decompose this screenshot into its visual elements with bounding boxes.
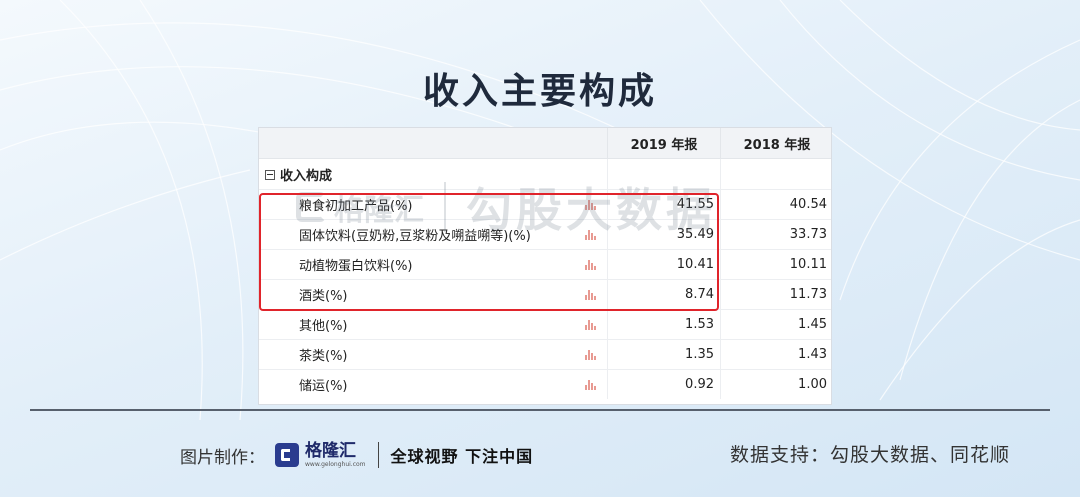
table-row: 储运(%) 0.92 1.00 (259, 369, 831, 399)
brand-url: www.gelonghui.com (305, 460, 366, 468)
header-2018: 2018 年报 (720, 128, 831, 159)
table-row: 茶类(%) 1.35 1.43 (259, 339, 831, 370)
collapse-icon[interactable] (265, 170, 275, 180)
made-by-label: 图片制作： (180, 447, 265, 468)
row-label: 其他(%) (299, 319, 348, 334)
page-title: 收入主要构成 (422, 71, 657, 112)
value-2018: 10.11 (720, 249, 831, 280)
header-2019: 2019 年报 (607, 128, 721, 159)
value-2018: 1.00 (720, 369, 831, 399)
bar-chart-icon[interactable] (585, 320, 597, 330)
value-2019: 1.53 (607, 309, 721, 340)
value-2018: 33.73 (720, 219, 831, 250)
section-label: 收入构成 (280, 168, 333, 184)
value-2018: 1.43 (720, 339, 831, 370)
value-2019: 1.35 (607, 339, 721, 370)
value-2018: 1.45 (720, 309, 831, 340)
divider (30, 409, 1050, 411)
slogan: 全球视野 下注中国 (390, 447, 534, 466)
bar-chart-icon[interactable] (585, 380, 597, 390)
brand-name: 格隆汇 (305, 440, 356, 461)
header-label (259, 128, 608, 159)
brand-logo: 格隆汇 www.gelonghui.com (275, 440, 366, 468)
highlight-box (259, 193, 719, 311)
table-header: 2019 年报 2018 年报 (259, 128, 831, 159)
bar-chart-icon[interactable] (585, 350, 597, 360)
brand-g-icon (275, 443, 299, 467)
table-row: 其他(%) 1.53 1.45 (259, 309, 831, 340)
row-label: 茶类(%) (299, 349, 348, 364)
section-row[interactable]: 收入构成 (259, 158, 831, 190)
data-source: 数据支持：勾股大数据、同花顺 (729, 444, 1010, 466)
row-label: 储运(%) (299, 379, 348, 394)
value-2019: 0.92 (607, 369, 721, 399)
value-2018: 11.73 (720, 279, 831, 310)
footer-credit: 图片制作： 格隆汇 www.gelonghui.com 全球视野 下注中国 (180, 440, 533, 470)
value-2018: 40.54 (720, 189, 831, 220)
